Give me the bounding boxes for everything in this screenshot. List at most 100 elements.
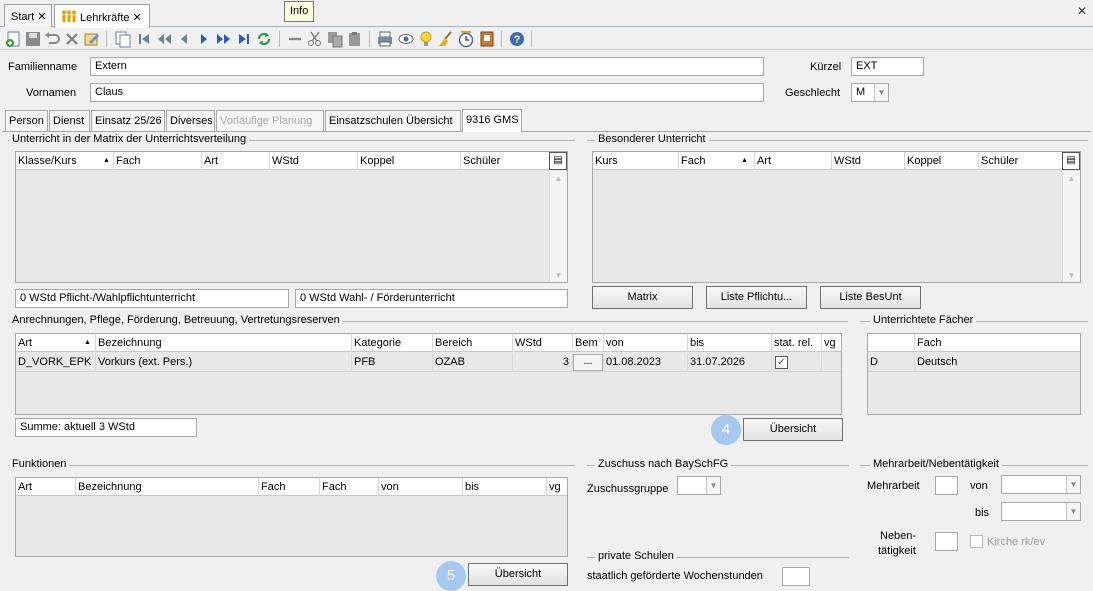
column-header[interactable]: vg [821,334,841,352]
besonderer-grid[interactable]: Kurs Fach ▲ Art WStd Koppel Schüler ▤ ▲ ▼ [592,151,1081,283]
mehrarbeit-field[interactable] [935,476,958,495]
chevron-down-icon[interactable]: ▼ [1066,503,1080,520]
ellipsis-button[interactable]: ... [573,354,603,371]
column-header[interactable]: Art [16,478,75,496]
table-row[interactable]: D_VORK_EPK Vorkurs (ext. Pers.) PFB OZAB… [16,353,841,372]
preview-icon[interactable] [397,30,415,48]
idea-icon[interactable] [417,30,435,48]
tab-dienst[interactable]: Dienst [49,110,90,131]
last-icon[interactable] [235,30,253,48]
wochenstunden-field[interactable] [782,567,810,586]
liste-besunt-button[interactable]: Liste BesUnt [820,286,921,309]
matrix-button[interactable]: Matrix [592,286,693,309]
column-header[interactable]: Fach [258,478,319,496]
first-icon[interactable] [135,30,153,48]
new-icon[interactable] [5,30,23,48]
stat-rel-checkbox[interactable]: ✓ [775,356,788,369]
column-header[interactable]: Schüler [460,152,549,170]
copy-icon[interactable] [326,30,344,48]
prev-icon[interactable] [175,30,193,48]
familienname-field[interactable]: Extern [90,57,764,76]
column-header[interactable]: Bezeichnung [95,334,351,352]
funktionen-grid[interactable]: Art Bezeichnung Fach Fach von bis vg [15,477,568,557]
tab-einsatz[interactable]: Einsatz 25/26 [91,110,165,131]
close-window-icon[interactable]: ✕ [1077,4,1087,18]
column-header[interactable]: Art ▲ [16,334,95,352]
delete-icon[interactable] [63,30,81,48]
help-icon[interactable]: ? [508,30,526,48]
column-header[interactable] [868,334,914,352]
column-header[interactable]: Koppel [904,152,978,170]
faecher-grid[interactable]: Fach D Deutsch [867,333,1081,415]
column-header[interactable]: Fach [914,334,1080,352]
column-header[interactable]: WStd [831,152,904,170]
edit-icon[interactable] [83,30,101,48]
column-header[interactable]: ▲ Fach [103,152,213,170]
scroll-up-icon[interactable]: ▲ [550,174,567,183]
column-chooser-icon[interactable]: ▤ [549,152,567,170]
copy-record-icon[interactable] [114,30,132,48]
tab-person[interactable]: Person [5,110,48,131]
tab-9316-gms[interactable]: 9316 GMS [462,109,522,132]
scroll-up-icon[interactable]: ▲ [1063,174,1080,183]
nebentaetigkeit-field[interactable] [935,532,958,551]
undo-icon[interactable] [43,30,61,48]
column-header[interactable]: Art [201,152,269,170]
kuerzel-field[interactable]: EXT [851,57,924,76]
table-row[interactable]: D Deutsch [868,353,1080,372]
column-header[interactable]: von [603,334,687,352]
column-header[interactable]: Kurs [593,152,678,170]
close-icon[interactable]: ✕ [37,11,46,23]
chevron-down-icon[interactable]: ▼ [706,477,720,494]
clock-icon[interactable] [457,30,475,48]
liste-pflichtunterricht-button[interactable]: Liste Pflichtu... [706,286,807,309]
column-header[interactable]: WStd [269,152,357,170]
column-header[interactable]: Kategorie [351,334,432,352]
column-header[interactable]: von [378,478,462,496]
save-icon[interactable] [24,30,42,48]
remove-icon[interactable] [286,30,304,48]
document-icon[interactable] [478,30,496,48]
column-header[interactable]: stat. rel. [771,334,821,352]
column-header[interactable]: Klasse/Kurs [16,152,113,170]
prev-page-icon[interactable] [155,30,173,48]
refresh-icon[interactable] [255,30,273,48]
tab-lehrkraefte[interactable]: Lehrkräfte ✕ [54,4,150,28]
vertical-scrollbar[interactable]: ▲ ▼ [549,171,567,282]
column-header[interactable]: Schüler [978,152,1062,170]
mehrarbeit-bis-date[interactable]: ▼ [1001,502,1081,521]
paste-icon[interactable] [346,30,364,48]
column-header[interactable]: Koppel [357,152,460,170]
zuschussgruppe-select[interactable]: ▼ [677,476,721,495]
scroll-down-icon[interactable]: ▼ [1063,271,1080,280]
next-page-icon[interactable] [215,30,233,48]
tab-einsatzschulen-uebersicht[interactable]: Einsatzschulen Übersicht [325,110,461,131]
broom-icon[interactable] [437,30,455,48]
column-header[interactable]: vg [546,478,567,496]
chevron-down-icon[interactable]: ▼ [874,84,888,101]
unterricht-grid[interactable]: Klasse/Kurs ▲ Fach Art WStd Koppel Schüle… [15,151,568,283]
column-header[interactable]: ▲ Art [741,152,831,170]
column-chooser-icon[interactable]: ▤ [1062,152,1080,170]
column-header[interactable]: bis [462,478,546,496]
next-icon[interactable] [195,30,213,48]
cut-icon[interactable] [306,30,324,48]
column-header[interactable]: Bezeichnung [75,478,258,496]
column-header[interactable]: bis [687,334,771,352]
geschlecht-select[interactable]: M ▼ [851,83,889,102]
funktionen-uebersicht-button[interactable]: Übersicht [468,563,568,586]
column-header[interactable]: WStd [512,334,572,352]
column-header[interactable]: Bereich [432,334,512,352]
column-header[interactable]: Bem [572,334,603,352]
scroll-down-icon[interactable]: ▼ [550,271,567,280]
tab-start[interactable]: Start ✕ [4,4,52,27]
close-icon[interactable]: ✕ [133,12,142,24]
anrechnungen-grid[interactable]: Art ▲ Bezeichnung Kategorie Bereich WStd … [15,333,842,415]
anrechnungen-uebersicht-button[interactable]: Übersicht [743,418,843,441]
column-header[interactable]: Fach [319,478,378,496]
vornamen-field[interactable]: Claus [90,83,764,102]
print-icon[interactable] [376,30,394,48]
tab-diverses[interactable]: Diverses [166,110,215,131]
chevron-down-icon[interactable]: ▼ [1066,476,1080,493]
vertical-scrollbar[interactable]: ▲ ▼ [1062,171,1080,282]
